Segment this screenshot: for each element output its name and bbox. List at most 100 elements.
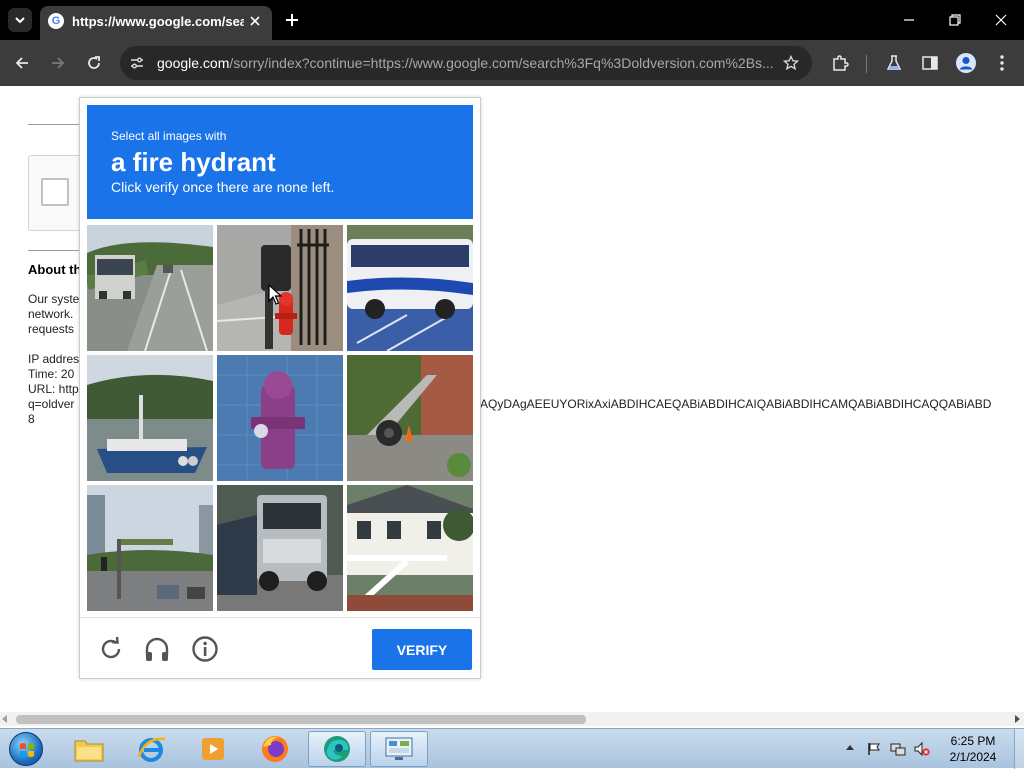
captcha-tile-truck[interactable]: [217, 485, 343, 611]
close-icon: [995, 14, 1007, 26]
truck-image: [217, 485, 343, 611]
reload-challenge-button[interactable]: [96, 634, 126, 664]
network-icon[interactable]: [890, 741, 906, 757]
windows-taskbar: 6:25 PM 2/1/2024: [0, 728, 1024, 769]
show-hidden-icons-button[interactable]: [846, 745, 854, 750]
tab-strip: G https://www.google.com/search: [0, 0, 1024, 40]
captcha-tile-intersection[interactable]: [87, 485, 213, 611]
menu-button[interactable]: [990, 51, 1014, 75]
media-player-icon: [202, 738, 224, 760]
plus-icon: [286, 14, 298, 26]
restore-icon: [949, 14, 961, 26]
reload-icon: [101, 636, 121, 659]
restore-button[interactable]: [940, 8, 970, 32]
star-icon: [783, 55, 799, 71]
avatar-icon: [956, 53, 976, 73]
taskbar-internet-explorer[interactable]: [122, 731, 180, 767]
control-panel-icon: [385, 737, 413, 760]
scroll-left-arrow-icon[interactable]: [2, 715, 7, 723]
volume-muted-icon[interactable]: [914, 741, 930, 757]
captcha-footer: VERIFY: [80, 617, 480, 679]
profile-button[interactable]: [954, 51, 978, 75]
captcha-tile-blue-bus[interactable]: [347, 225, 473, 351]
tab-search-button[interactable]: [8, 8, 32, 32]
brick-house-image: [347, 355, 473, 481]
toolbar-divider: [866, 55, 867, 73]
blue-bus-image: [347, 225, 473, 351]
captcha-target: a fire hydrant: [111, 147, 276, 177]
taskbar-clock[interactable]: 6:25 PM 2/1/2024: [940, 733, 1006, 765]
show-desktop-button[interactable]: [1014, 729, 1024, 769]
chevron-down-icon: [15, 17, 25, 24]
tab-title: https://www.google.com/search: [72, 14, 244, 29]
audio-challenge-button[interactable]: [142, 634, 172, 664]
house-porch-image: [347, 485, 473, 611]
minimize-icon: [904, 19, 914, 21]
taskbar-firefox[interactable]: [246, 731, 304, 767]
bookmark-star-button[interactable]: [782, 54, 800, 72]
back-button[interactable]: [10, 51, 34, 75]
address-bar[interactable]: google.com/sorry/index?continue=https://…: [120, 46, 812, 80]
captcha-instruction: Select all images with: [111, 129, 227, 143]
edge-icon: [324, 736, 350, 762]
url-host: google.com: [157, 55, 230, 71]
url-overflow-text: AQyDAgAEEUYORixAxiABDIHCAEQABiABDIHCAIQA…: [480, 397, 992, 411]
side-panel-button[interactable]: [918, 51, 942, 75]
flask-icon: [886, 55, 902, 70]
taskbar-control-panel[interactable]: [370, 731, 428, 767]
captcha-tile-ferry-boat[interactable]: [87, 355, 213, 481]
start-button[interactable]: [4, 730, 48, 768]
firefox-icon: [262, 736, 288, 762]
request-info-text: IP addres Time: 20 URL: http q=oldver 8: [28, 352, 80, 426]
ferry-boat-image: [87, 355, 213, 481]
browser-tab-active[interactable]: G https://www.google.com/search: [40, 6, 272, 40]
minimize-button[interactable]: [894, 8, 924, 32]
captcha-tile-house-porch[interactable]: [347, 485, 473, 611]
address-url: google.com/sorry/index?continue=https://…: [157, 54, 777, 72]
close-window-button[interactable]: [986, 8, 1016, 32]
forward-button[interactable]: [46, 51, 70, 75]
help-button[interactable]: [190, 634, 220, 664]
url-path: /sorry/index?continue=https://www.google…: [229, 55, 774, 71]
captcha-challenge: Select all images with a fire hydrant Cl…: [79, 97, 481, 679]
about-heading: About th: [28, 262, 82, 277]
site-settings-icon[interactable]: [128, 54, 146, 72]
clock-time: 6:25 PM: [950, 734, 996, 748]
labs-button[interactable]: [882, 51, 906, 75]
extensions-button[interactable]: [828, 51, 852, 75]
browser-toolbar: google.com/sorry/index?continue=https://…: [0, 40, 1024, 86]
recaptcha-checkbox[interactable]: [41, 178, 69, 206]
bus-highway-image: [87, 225, 213, 351]
purple-hydrant-image: [217, 355, 343, 481]
tab-close-button[interactable]: [246, 12, 264, 30]
horizontal-scrollbar[interactable]: [0, 712, 1024, 726]
captcha-subinstruction: Click verify once there are none left.: [111, 179, 335, 195]
reload-button[interactable]: [82, 51, 106, 75]
new-tab-button[interactable]: [282, 10, 302, 30]
scrollbar-thumb[interactable]: [16, 715, 586, 724]
intersection-image: [87, 485, 213, 611]
action-center-flag-icon[interactable]: [866, 741, 882, 757]
info-icon: [192, 636, 218, 662]
captcha-tile-bus-on-highway[interactable]: [87, 225, 213, 351]
headphones-icon: [145, 637, 169, 661]
captcha-header: Select all images with a fire hydrant Cl…: [87, 105, 473, 219]
taskbar-file-explorer[interactable]: [60, 731, 118, 767]
verify-button[interactable]: VERIFY: [372, 629, 472, 670]
internet-explorer-icon: [137, 737, 166, 762]
reload-icon: [88, 56, 100, 69]
about-text: Our syste network. requests: [28, 292, 80, 336]
clock-date: 2/1/2024: [949, 750, 997, 764]
captcha-tile-purple-hydrant[interactable]: [217, 355, 343, 481]
kebab-menu-icon: [1000, 55, 1004, 71]
side-panel-icon: [922, 56, 938, 70]
arrow-right-icon: [52, 57, 65, 69]
windows-logo-icon: [9, 732, 43, 766]
taskbar-edge[interactable]: [308, 731, 366, 767]
captcha-tile-fire-hydrant[interactable]: [217, 225, 343, 351]
taskbar-media-player[interactable]: [184, 731, 242, 767]
captcha-grid: [87, 225, 473, 611]
google-favicon-icon: G: [48, 13, 64, 29]
scroll-right-arrow-icon[interactable]: [1015, 715, 1020, 723]
captcha-tile-brick-house[interactable]: [347, 355, 473, 481]
